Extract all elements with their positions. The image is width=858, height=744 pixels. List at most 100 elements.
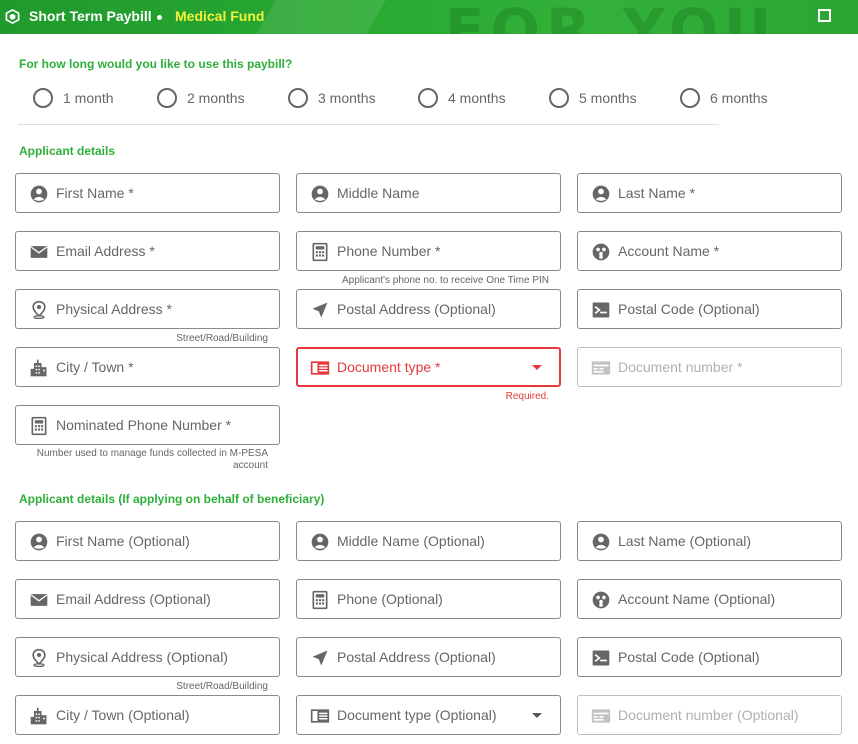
phone-field[interactable]: Phone Number *: [296, 231, 561, 271]
divider: [18, 124, 719, 125]
field-label: Email Address (Optional): [56, 591, 211, 607]
group-icon: [592, 591, 610, 609]
field-label: Last Name (Optional): [618, 533, 752, 549]
postal-code-field[interactable]: Postal Code (Optional): [577, 289, 842, 329]
header-decoration: [252, 0, 398, 34]
beneficiary-section-title: Applicant details (If applying on behalf…: [19, 492, 325, 506]
phone-helper-text: Applicant's phone no. to receive One Tim…: [341, 275, 549, 286]
beneficiary-document-number-field[interactable]: Document number (Optional): [577, 695, 842, 735]
beneficiary-phone-field[interactable]: Phone (Optional): [296, 579, 561, 619]
radio-label: 3 months: [318, 90, 376, 106]
beneficiary-postal-address-field[interactable]: Postal Address (Optional): [296, 637, 561, 677]
beneficiary-account-name-field[interactable]: Account Name (Optional): [577, 579, 842, 619]
postal-code-icon: [592, 302, 610, 318]
radio-label: 4 months: [448, 90, 506, 106]
beneficiary-postal-code-field[interactable]: Postal Code (Optional): [577, 637, 842, 677]
id-card-icon: [310, 709, 330, 723]
field-label: Postal Address (Optional): [337, 649, 496, 665]
radio-2-months[interactable]: 2 months: [157, 88, 245, 108]
chevron-down-icon[interactable]: [532, 365, 542, 370]
paybill-logo-icon: [5, 9, 20, 24]
email-field[interactable]: Email Address *: [15, 231, 280, 271]
radio-circle[interactable]: [549, 88, 569, 108]
maximize-icon[interactable]: [818, 9, 831, 22]
title-bar: FOR YOU Short Term Paybill Medical Fund: [0, 0, 858, 34]
document-type-select[interactable]: Document type *: [296, 347, 561, 387]
location-pin-icon: [32, 300, 46, 320]
radio-circle[interactable]: [680, 88, 700, 108]
city-icon: [30, 359, 47, 377]
beneficiary-first-name-field[interactable]: First Name (Optional): [15, 521, 280, 561]
duration-question: For how long would you like to use this …: [19, 57, 293, 71]
field-label: Postal Address (Optional): [337, 301, 496, 317]
city-field[interactable]: City / Town *: [15, 347, 280, 387]
radio-circle[interactable]: [33, 88, 53, 108]
last-name-field[interactable]: Last Name *: [577, 173, 842, 213]
navigation-arrow-icon: [312, 650, 328, 666]
middle-name-field[interactable]: Middle Name: [296, 173, 561, 213]
phone-icon: [31, 416, 47, 436]
document-number-icon: [591, 361, 611, 375]
email-icon: [30, 594, 48, 606]
location-pin-icon: [32, 648, 46, 668]
chevron-down-icon[interactable]: [532, 713, 542, 718]
physical-address-field[interactable]: Physical Address *: [15, 289, 280, 329]
radio-label: 5 months: [579, 90, 637, 106]
person-icon: [311, 533, 329, 551]
applicant-section-title: Applicant details: [19, 144, 116, 158]
title-separator: [157, 15, 162, 20]
field-label: Middle Name (Optional): [337, 533, 485, 549]
radio-1-month[interactable]: 1 month: [33, 88, 114, 108]
person-icon: [592, 533, 610, 551]
beneficiary-city-field[interactable]: City / Town (Optional): [15, 695, 280, 735]
field-label: Physical Address (Optional): [56, 649, 228, 665]
city-icon: [30, 707, 47, 725]
postal-address-field[interactable]: Postal Address (Optional): [296, 289, 561, 329]
physical-helper-text: Street/Road/Building: [176, 333, 268, 344]
beneficiary-physical-address-field[interactable]: Physical Address (Optional): [15, 637, 280, 677]
document-number-field[interactable]: Document number *: [577, 347, 842, 387]
nominated-helper-text: Number used to manage funds collected in…: [36, 448, 268, 471]
radio-5-months[interactable]: 5 months: [549, 88, 637, 108]
field-label: Document number (Optional): [618, 707, 799, 723]
radio-circle[interactable]: [157, 88, 177, 108]
field-label: Document number *: [618, 359, 743, 375]
first-name-field[interactable]: First Name *: [15, 173, 280, 213]
beneficiary-middle-name-field[interactable]: Middle Name (Optional): [296, 521, 561, 561]
beneficiary-last-name-field[interactable]: Last Name (Optional): [577, 521, 842, 561]
field-label: Postal Code (Optional): [618, 649, 760, 665]
group-icon: [592, 243, 610, 261]
postal-code-icon: [592, 650, 610, 666]
document-number-icon: [591, 709, 611, 723]
field-label: Nominated Phone Number *: [56, 417, 232, 433]
fund-name: Medical Fund: [175, 8, 265, 24]
email-icon: [30, 246, 48, 258]
phone-icon: [312, 590, 328, 610]
field-label: Physical Address *: [56, 301, 172, 317]
radio-3-months[interactable]: 3 months: [288, 88, 376, 108]
radio-label: 2 months: [187, 90, 245, 106]
person-icon: [311, 185, 329, 203]
beneficiary-physical-helper-text: Street/Road/Building: [176, 681, 268, 692]
field-label: Last Name *: [618, 185, 696, 201]
field-label: Email Address *: [56, 243, 155, 259]
field-label: Account Name *: [618, 243, 720, 259]
beneficiary-document-type-select[interactable]: Document type (Optional): [296, 695, 561, 735]
field-label: Postal Code (Optional): [618, 301, 760, 317]
person-icon: [592, 185, 610, 203]
radio-label: 1 month: [63, 90, 114, 106]
account-name-field[interactable]: Account Name *: [577, 231, 842, 271]
radio-circle[interactable]: [288, 88, 308, 108]
field-label: Middle Name: [337, 185, 420, 201]
radio-circle[interactable]: [418, 88, 438, 108]
field-label: Phone (Optional): [337, 591, 443, 607]
radio-label: 6 months: [710, 90, 768, 106]
field-label: City / Town *: [56, 359, 134, 375]
beneficiary-email-field[interactable]: Email Address (Optional): [15, 579, 280, 619]
nominated-phone-field[interactable]: Nominated Phone Number *: [15, 405, 280, 445]
radio-6-months[interactable]: 6 months: [680, 88, 768, 108]
id-card-icon: [310, 361, 330, 375]
phone-icon: [312, 242, 328, 262]
radio-4-months[interactable]: 4 months: [418, 88, 506, 108]
field-label: Phone Number *: [337, 243, 441, 259]
